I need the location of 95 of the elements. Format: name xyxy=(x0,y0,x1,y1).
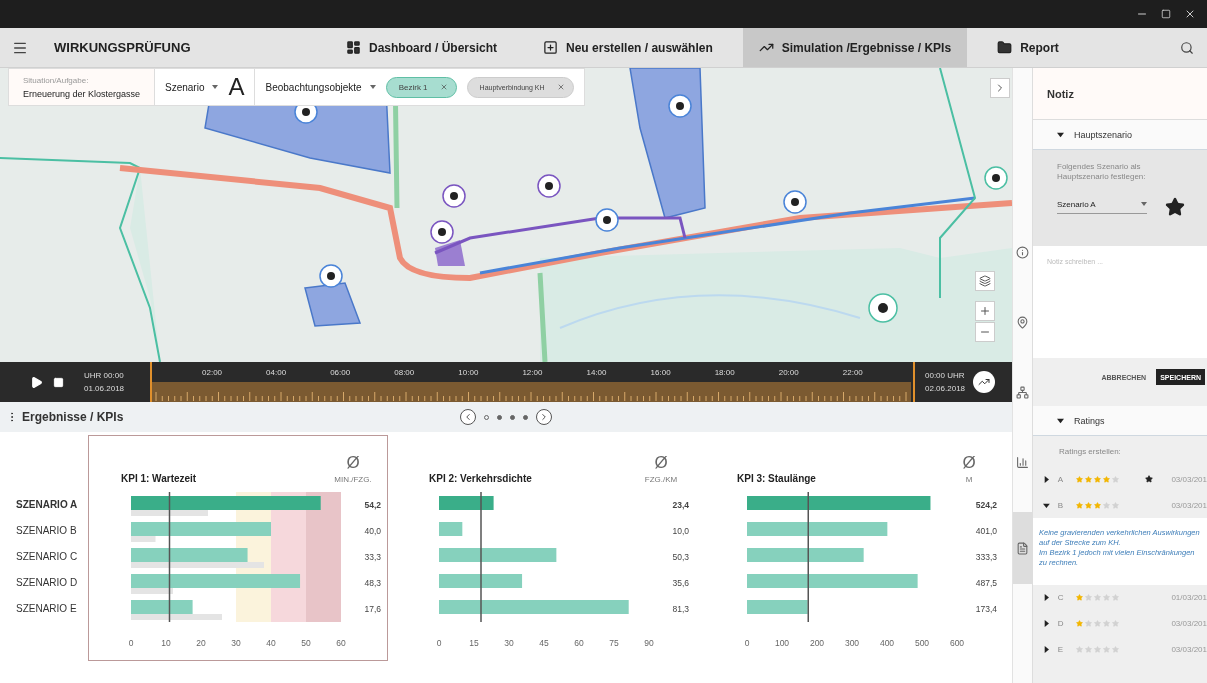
hour-label: 14:00 xyxy=(586,368,607,377)
axis-tick-label: 100 xyxy=(774,638,790,648)
filter-chip[interactable]: Bezirk 1 xyxy=(385,76,457,98)
axis-tick-label: 0 xyxy=(436,638,442,648)
value-label: 333,3 xyxy=(975,552,997,562)
section-title: Ergebnisse / KPIs xyxy=(22,410,124,424)
rating-date: 03/03/201 xyxy=(1171,500,1207,510)
rating-date: 01/03/201 xyxy=(1171,593,1207,602)
axis-tick-label: 0 xyxy=(128,638,134,648)
kpi-title: KPI 2: Verkehrsdichte xyxy=(429,473,532,484)
scenario-letter: A xyxy=(228,73,245,101)
rating-label: A xyxy=(1057,474,1065,484)
nav-tab[interactable]: Dashboard / Übersicht xyxy=(330,28,514,67)
nav-tab[interactable]: Report xyxy=(981,28,1075,67)
kpi-title: KPI 3: Staulänge xyxy=(737,473,816,484)
unit-label: M xyxy=(965,475,973,484)
scenario-label: SZENARIO B xyxy=(16,524,78,538)
average-symbol: Ø xyxy=(962,453,976,473)
start-time: UHR 00:00 xyxy=(84,371,125,380)
value-label: 17,6 xyxy=(364,604,381,614)
rating-date: 03/03/201 xyxy=(1171,645,1207,654)
axis-tick-label: 600 xyxy=(949,638,965,648)
accordion-header[interactable]: Hauptszenario xyxy=(1033,120,1207,150)
value-label: 33,3 xyxy=(364,552,381,562)
nav-tab[interactable]: Neu erstellen / auswählen xyxy=(527,28,729,67)
axis-tick-label: 15 xyxy=(469,638,479,648)
scenario-label: SZENARIO C xyxy=(16,550,79,564)
rating-label: C xyxy=(1057,593,1065,602)
scenario-label: SZENARIO E xyxy=(16,602,78,616)
value-label: 487,5 xyxy=(975,578,997,588)
objects-dropdown[interactable]: Beobachtungsobjekte xyxy=(265,81,376,93)
end-time: 00:00 UHR xyxy=(925,371,966,380)
rating-date: 03/03/201 xyxy=(1171,474,1207,484)
axis-tick-label: 60 xyxy=(336,638,346,648)
axis-tick-label: 30 xyxy=(231,638,241,648)
axis-tick-label: 300 xyxy=(844,638,860,648)
field-value: Erneuerung der Klostergasse xyxy=(23,88,140,99)
axis-tick-label: 60 xyxy=(574,638,584,648)
hour-label: 22:00 xyxy=(842,368,863,377)
axis-tick-label: 10 xyxy=(161,638,171,648)
axis-tick-label: 0 xyxy=(744,638,750,648)
hint-text: Ratings erstellen: xyxy=(1058,445,1122,458)
axis-tick-label: 45 xyxy=(539,638,549,648)
value-label: 23,4 xyxy=(672,500,689,510)
value-label: 10,0 xyxy=(672,526,689,536)
hint-text: Folgendes Szenario als Hauptszenario festlegen: xyxy=(1057,162,1147,183)
axis-tick-label: 500 xyxy=(914,638,930,648)
average-symbol: Ø xyxy=(346,453,360,473)
hour-label: 04:00 xyxy=(266,368,287,377)
value-label: 54,2 xyxy=(364,500,381,510)
hour-label: 10:00 xyxy=(458,368,479,377)
value-label: 35,6 xyxy=(672,578,689,588)
scenario-select[interactable]: Szenario A xyxy=(1057,199,1147,214)
kpi-card[interactable]: KPI 1: Wartezeit Ø MIN./FZG. 54,2 40,0 33,3 48,3 17,6 0 10 20 30 40 50 60 xyxy=(88,435,388,661)
start-date: 01.06.2018 xyxy=(84,384,125,393)
value-label: 40,0 xyxy=(364,526,381,536)
app-title: WIRKUNGSPRÜFUNG xyxy=(53,39,192,57)
hour-label: 08:00 xyxy=(394,368,415,377)
axis-tick-label: 20 xyxy=(196,638,206,648)
scenario-label: SZENARIO A xyxy=(16,498,79,512)
hour-label: 16:00 xyxy=(650,368,671,377)
axis-tick-label: 50 xyxy=(301,638,311,648)
hour-label: 12:00 xyxy=(522,368,543,377)
value-label: 48,3 xyxy=(364,578,381,588)
axis-tick-label: 75 xyxy=(609,638,619,648)
value-label: 50,3 xyxy=(672,552,689,562)
value-label: 401,0 xyxy=(975,526,997,536)
unit-label: MIN./FZG. xyxy=(334,475,372,484)
axis-tick-label: 200 xyxy=(809,638,825,648)
value-label: 81,3 xyxy=(672,604,689,614)
scenario-label: SZENARIO D xyxy=(16,576,79,590)
value-label: 173,4 xyxy=(975,604,997,614)
rating-label: B xyxy=(1057,500,1065,510)
accordion-header[interactable]: Ratings xyxy=(1033,406,1207,436)
hour-label: 20:00 xyxy=(778,368,799,377)
average-symbol: Ø xyxy=(654,453,668,473)
axis-tick-label: 400 xyxy=(879,638,895,648)
rating-date: 03/03/201 xyxy=(1171,619,1207,628)
axis-tick-label: 40 xyxy=(266,638,276,648)
panel-title: Notiz xyxy=(1033,68,1207,120)
hour-label: 02:00 xyxy=(202,368,223,377)
value-label: 524,2 xyxy=(975,500,997,510)
rating-label: E xyxy=(1057,645,1065,654)
hour-label: 06:00 xyxy=(330,368,351,377)
kpi-title: KPI 1: Wartezeit xyxy=(121,473,197,484)
field-label: Situation/Aufgabe: xyxy=(23,75,90,85)
scenario-dropdown[interactable]: Szenario xyxy=(165,81,219,93)
end-date: 02.06.2018 xyxy=(925,384,966,393)
axis-tick-label: 30 xyxy=(504,638,514,648)
task-field[interactable]: Situation/Aufgabe: Erneuerung der Klostergasse xyxy=(9,69,155,105)
axis-tick-label: 90 xyxy=(644,638,654,648)
unit-label: FZG./KM xyxy=(644,475,678,484)
nav-tab[interactable]: Simulation /Ergebnisse / KPIs xyxy=(742,28,968,67)
hour-label: 18:00 xyxy=(714,368,735,377)
rating-label: D xyxy=(1057,619,1065,628)
